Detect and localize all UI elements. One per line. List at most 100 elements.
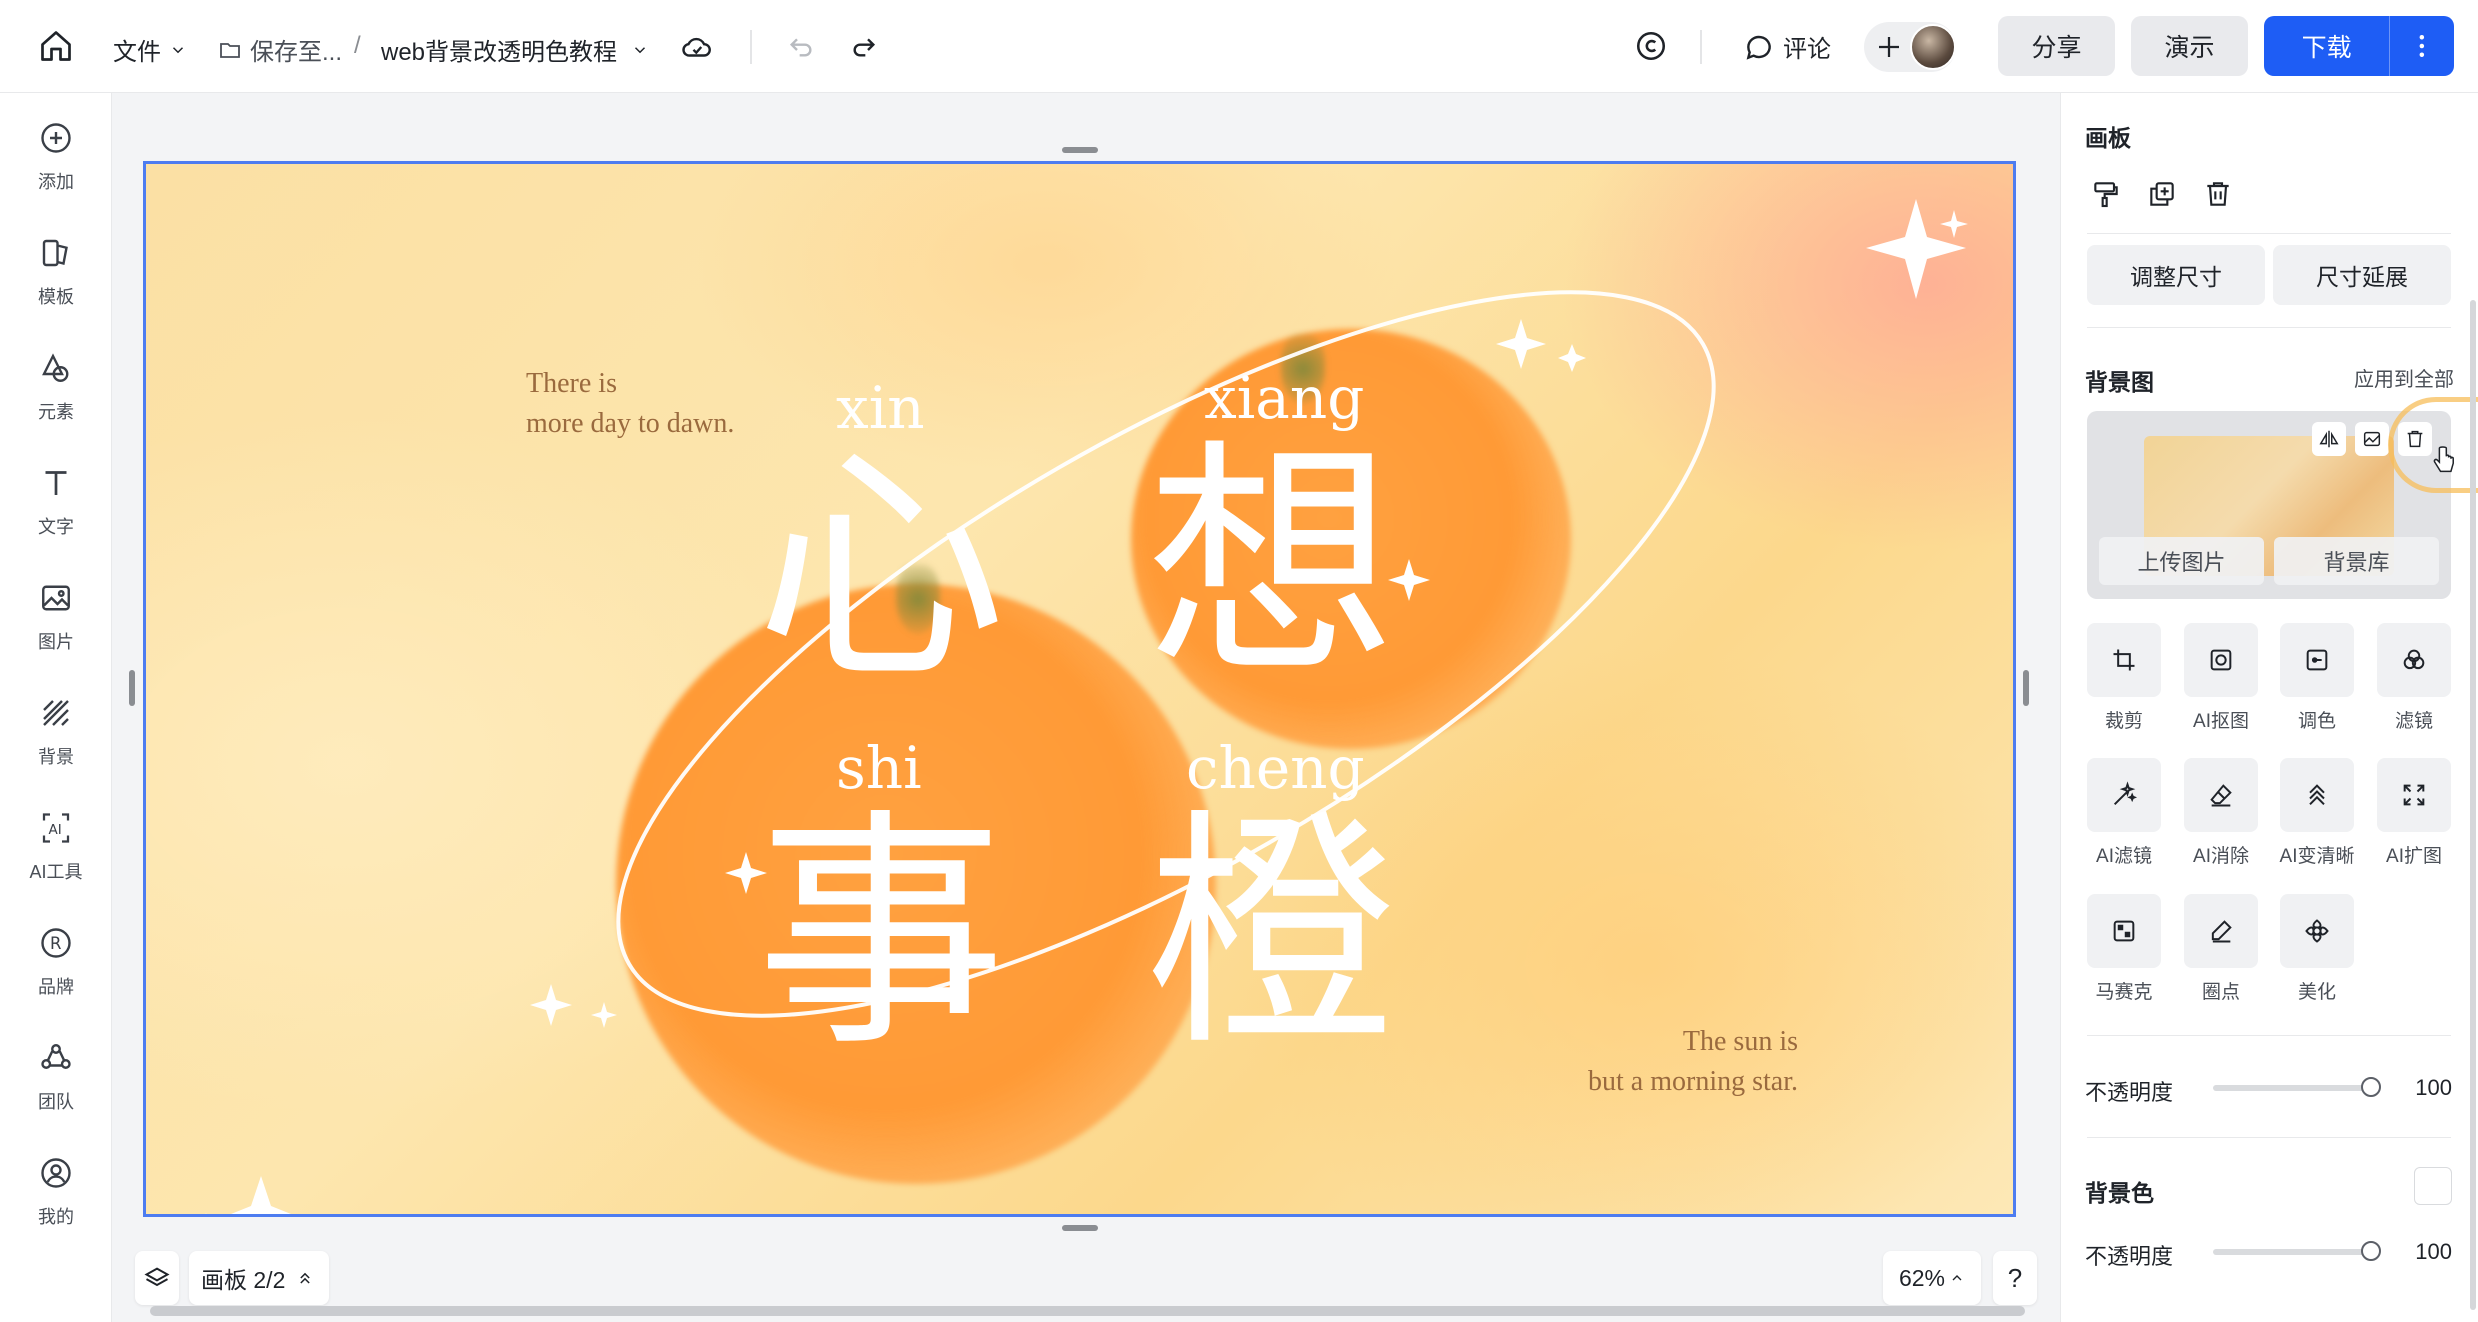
- artboard-left-resize-handle[interactable]: [129, 670, 135, 706]
- opacity-value[interactable]: 100: [2400, 1075, 2452, 1101]
- sidebar-item-template[interactable]: 模板: [0, 231, 112, 331]
- file-menu[interactable]: 文件: [113, 32, 187, 67]
- more-vertical-icon[interactable]: [2390, 31, 2454, 61]
- ai-eraser-icon: [2210, 784, 2232, 807]
- page-label: 画板 2/2: [201, 1267, 286, 1293]
- sidebar-item-brand[interactable]: R 品牌: [0, 921, 112, 1021]
- replace-image-icon[interactable]: [2355, 422, 2389, 456]
- redo-icon[interactable]: [848, 30, 880, 62]
- svg-text:R: R: [50, 934, 61, 953]
- bg-opacity-slider-track[interactable]: [2213, 1249, 2373, 1255]
- undo-icon[interactable]: [785, 30, 817, 62]
- format-painter-icon[interactable]: [2090, 178, 2122, 215]
- bg-library-button[interactable]: 背景库: [2274, 537, 2439, 585]
- sidebar-item-ai-tools[interactable]: AI AI工具: [0, 806, 112, 906]
- artboard-bottom-resize-handle[interactable]: [1062, 1225, 1098, 1231]
- flip-icon[interactable]: [2312, 422, 2346, 456]
- document-title[interactable]: web背景改透明色教程: [381, 32, 649, 67]
- bg-image-title: 背景图: [2085, 369, 2154, 395]
- bg-opacity-value[interactable]: 100: [2400, 1239, 2452, 1265]
- file-menu-label: 文件: [113, 39, 161, 66]
- tool-label: 裁剪: [2104, 711, 2143, 732]
- tool-label: AI抠图: [2193, 711, 2249, 732]
- ai-expand-button[interactable]: [2377, 758, 2451, 832]
- panel-divider: [2087, 1137, 2451, 1138]
- tool-label: AI变清晰: [2279, 846, 2355, 867]
- tool-label: 美化: [2297, 982, 2336, 1003]
- artboard-right-resize-handle[interactable]: [2023, 670, 2029, 706]
- sidebar-item-label: 品牌: [38, 977, 74, 997]
- adjust-color-button[interactable]: [2280, 623, 2354, 697]
- save-path-label: 保存至...: [250, 39, 343, 66]
- sidebar-item-image[interactable]: 图片: [0, 576, 112, 676]
- quote-bottom-line-2: but a morning star.: [1588, 1066, 1798, 1097]
- ai-sharpen-icon: [2309, 784, 2325, 806]
- chevron-down-icon: [172, 46, 184, 53]
- layers-button[interactable]: [135, 1251, 179, 1305]
- comment-label: 评论: [1783, 36, 1831, 63]
- quote-top-line-1: There is: [526, 368, 617, 399]
- save-location[interactable]: 保存至...: [218, 32, 342, 67]
- hanzi-cheng[interactable]: 橙: [1146, 809, 1396, 1059]
- artboard-top-resize-handle[interactable]: [1062, 147, 1098, 153]
- copyright-icon[interactable]: [1634, 29, 1668, 63]
- cloud-sync-icon[interactable]: [680, 30, 714, 64]
- sidebar-item-mine[interactable]: 我的: [0, 1151, 112, 1251]
- tool-label: 滤镜: [2394, 711, 2433, 732]
- bg-opacity-slider-thumb[interactable]: [2361, 1241, 2381, 1261]
- document-title-label: web背景改透明色教程: [381, 39, 618, 66]
- mark-button[interactable]: [2184, 894, 2258, 968]
- hanzi-xiang[interactable]: 想: [1146, 439, 1396, 689]
- page-selector[interactable]: 画板 2/2: [189, 1251, 329, 1305]
- share-button[interactable]: 分享: [1998, 16, 2115, 76]
- upload-image-button[interactable]: 上传图片: [2099, 537, 2264, 585]
- zoom-value: 62%: [1898, 1264, 1946, 1291]
- hanzi-shi[interactable]: 事: [756, 809, 1006, 1059]
- ai-eraser-button[interactable]: [2184, 758, 2258, 832]
- extend-size-button[interactable]: 尺寸延展: [2273, 245, 2451, 305]
- mosaic-button[interactable]: [2087, 894, 2161, 968]
- sidebar-item-text[interactable]: 文字: [0, 461, 112, 561]
- apply-all-link[interactable]: 应用到全部: [2354, 363, 2454, 392]
- comment-button[interactable]: 评论: [1743, 29, 1831, 64]
- filter-button[interactable]: [2377, 623, 2451, 697]
- sidebar-item-team[interactable]: 团队: [0, 1036, 112, 1136]
- present-button[interactable]: 演示: [2131, 16, 2248, 76]
- sidebar-item-elements[interactable]: 元素: [0, 346, 112, 446]
- bg-color-swatch[interactable]: [2414, 1167, 2452, 1205]
- delete-icon[interactable]: [2202, 178, 2234, 215]
- ai-filter-button[interactable]: [2087, 758, 2161, 832]
- home-icon[interactable]: [38, 28, 74, 64]
- duplicate-icon[interactable]: [2146, 178, 2178, 215]
- quote-bottom[interactable]: The sun is but a morning star.: [1398, 1022, 1798, 1102]
- collaborators[interactable]: [1864, 22, 1956, 72]
- download-button[interactable]: 下载: [2264, 16, 2454, 76]
- sidebar-item-background[interactable]: 背景: [0, 691, 112, 791]
- filter-icon: [2403, 649, 2425, 670]
- quote-top-line-2: more day to dawn.: [526, 408, 735, 439]
- resize-button[interactable]: 调整尺寸: [2087, 245, 2265, 305]
- ai-cutout-button[interactable]: [2184, 623, 2258, 697]
- avatar[interactable]: [1910, 24, 1956, 70]
- panel-vertical-scrollbar[interactable]: [2470, 300, 2476, 1310]
- sidebar-item-label: 图片: [38, 632, 74, 652]
- opacity-slider-track[interactable]: [2213, 1085, 2373, 1091]
- artboard[interactable]: There is more day to dawn. The sun is bu…: [143, 161, 2016, 1217]
- sidebar-item-add[interactable]: 添加: [0, 116, 112, 216]
- horizontal-scrollbar[interactable]: [150, 1306, 2025, 1316]
- zoom-control[interactable]: 62%: [1883, 1251, 1981, 1305]
- opacity-slider-thumb[interactable]: [2361, 1077, 2381, 1097]
- quote-top[interactable]: There is more day to dawn.: [526, 364, 734, 444]
- bg-color-title: 背景色: [2085, 1180, 2154, 1206]
- add-collaborator-icon: [1879, 37, 1899, 57]
- user-icon: [41, 1158, 71, 1188]
- breadcrumb-separator: /: [354, 32, 361, 59]
- help-button[interactable]: ?: [1993, 1251, 2037, 1305]
- sidebar-item-label: 我的: [38, 1207, 74, 1227]
- beautify-button[interactable]: [2280, 894, 2354, 968]
- comment-icon: [1746, 35, 1771, 60]
- crop-button[interactable]: [2087, 623, 2161, 697]
- image-icon: [42, 585, 70, 611]
- ai-sharpen-button[interactable]: [2280, 758, 2354, 832]
- hanzi-xin[interactable]: 心: [756, 444, 1006, 694]
